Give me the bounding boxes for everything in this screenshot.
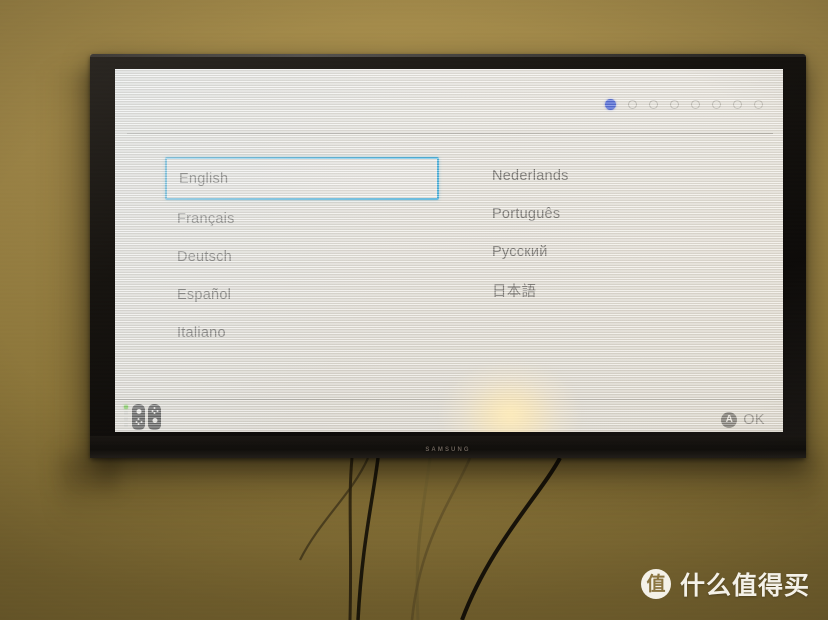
- player-led-indicator: [124, 405, 128, 430]
- tv-screen: English Français Deutsch Español Italian: [115, 69, 783, 432]
- samsung-logo: SAMSUNG: [425, 447, 471, 453]
- confirm-action[interactable]: A OK: [721, 412, 765, 428]
- step-dot-1: [605, 99, 616, 110]
- language-option-espanol[interactable]: Español: [165, 276, 439, 314]
- language-label: English: [179, 170, 229, 187]
- watermark-logo-icon: 值: [640, 569, 671, 599]
- step-dot-4: [670, 100, 679, 109]
- watermark: 值 什么值得买: [640, 566, 810, 602]
- setup-footer: A OK: [115, 400, 783, 432]
- language-option-english[interactable]: English: [165, 157, 439, 200]
- step-dot-5: [691, 100, 700, 109]
- language-label: Deutsch: [177, 249, 232, 265]
- player-led-2: [124, 411, 128, 415]
- language-label: Français: [177, 211, 235, 227]
- language-option-francais[interactable]: Français: [165, 200, 439, 238]
- step-dot-3: [649, 100, 658, 109]
- television: SAMSUNG English Français Deutsch Español…: [90, 54, 806, 458]
- language-option-portugues[interactable]: Português: [480, 195, 754, 233]
- tv-bezel-highlight: [90, 54, 806, 57]
- language-label: Русский: [492, 244, 548, 260]
- joycon-left-icon: [132, 404, 145, 430]
- language-option-japanese[interactable]: 日本語: [480, 271, 754, 309]
- step-dot-8: [754, 100, 763, 109]
- console-setup-screen: English Français Deutsch Español Italian: [115, 69, 783, 432]
- joycon-buttons: [151, 407, 158, 414]
- player-led-4: [124, 423, 128, 427]
- language-option-italiano[interactable]: Italiano: [165, 314, 439, 352]
- joycon-pair-icon[interactable]: [124, 404, 161, 430]
- setup-step-indicator: [605, 99, 763, 110]
- language-label: Español: [177, 287, 232, 303]
- language-label: Português: [492, 206, 561, 222]
- step-dot-7: [733, 100, 742, 109]
- player-led-1: [124, 405, 128, 409]
- step-dot-6: [712, 100, 721, 109]
- language-option-russian[interactable]: Русский: [480, 233, 754, 271]
- header-divider: [127, 133, 773, 134]
- joycon-stick: [152, 418, 157, 423]
- wall-shadow-bottom: [60, 455, 820, 525]
- language-label: Italiano: [177, 325, 226, 341]
- language-option-deutsch[interactable]: Deutsch: [165, 238, 439, 276]
- language-option-nederlands[interactable]: Nederlands: [480, 157, 754, 195]
- ok-label: OK: [743, 412, 765, 428]
- joycon-stick: [136, 409, 141, 414]
- button-a-icon: A: [721, 412, 738, 428]
- joycon-dpad: [135, 418, 142, 425]
- language-label: 日本語: [492, 283, 537, 300]
- player-led-3: [124, 417, 128, 421]
- step-dot-2: [628, 100, 637, 109]
- watermark-text: 什么值得买: [679, 571, 810, 600]
- language-list: English Français Deutsch Español Italian: [115, 157, 783, 352]
- language-column-left: English Français Deutsch Español Italian: [115, 157, 468, 352]
- language-column-right: Nederlands Português Русский 日本語: [468, 157, 783, 352]
- language-label: Nederlands: [492, 168, 569, 184]
- joycon-right-icon: [148, 404, 161, 430]
- photograph-of-tv: SAMSUNG English Français Deutsch Español…: [0, 0, 828, 620]
- setup-header: [115, 69, 783, 133]
